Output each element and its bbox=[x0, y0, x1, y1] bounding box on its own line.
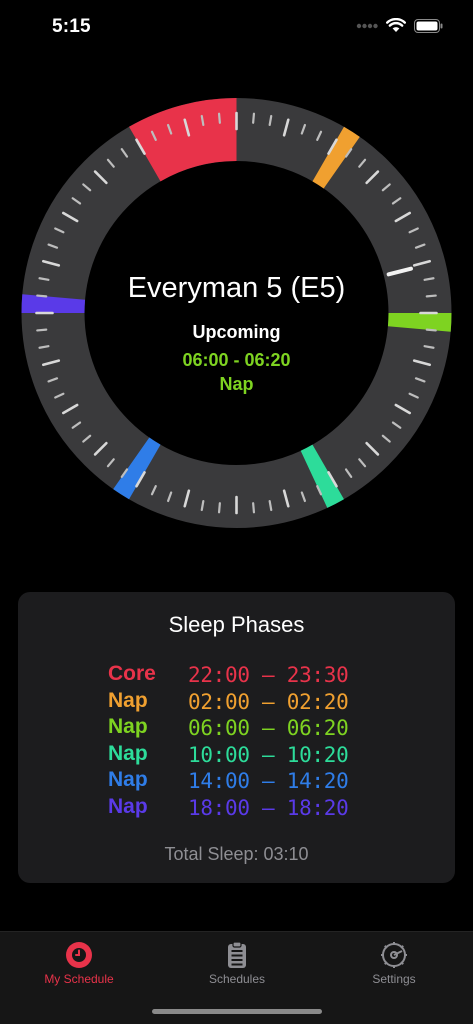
phase-type: Nap bbox=[108, 688, 148, 712]
upcoming-label: Upcoming bbox=[192, 322, 281, 342]
clipboard-icon bbox=[228, 941, 246, 968]
status-icons bbox=[356, 18, 443, 33]
tab-schedules[interactable]: Schedules bbox=[158, 932, 316, 992]
phase-row: Nap 02:00 – 02:20 bbox=[108, 689, 408, 716]
phase-row: Nap 18:00 – 18:20 bbox=[108, 795, 408, 822]
phase-type: Nap bbox=[108, 741, 148, 765]
phase-row: Nap 06:00 – 06:20 bbox=[108, 715, 408, 742]
status-time: 5:15 bbox=[52, 16, 91, 37]
phase-row: Core 22:00 – 23:30 bbox=[108, 662, 408, 689]
phase-range: 10:00 – 10:20 bbox=[188, 742, 349, 767]
phase-type: Nap bbox=[108, 794, 148, 818]
dial-tick bbox=[200, 499, 205, 512]
tab-settings[interactable]: Settings bbox=[315, 932, 473, 992]
upcoming-type: Nap bbox=[219, 374, 254, 394]
my-schedule-screen: 5:15 Everyman 5 (E5) Upcoming 06:00 - 06… bbox=[0, 0, 473, 1024]
home-indicator bbox=[152, 1009, 322, 1014]
tab-my-schedule[interactable]: My Schedule bbox=[0, 932, 158, 992]
upcoming-time: 06:00 - 06:20 bbox=[182, 350, 291, 370]
dial-tick bbox=[268, 114, 273, 127]
status-bar: 5:15 bbox=[0, 0, 473, 54]
phase-range: 06:00 – 06:20 bbox=[188, 716, 349, 741]
wifi-icon bbox=[386, 18, 406, 32]
sleep-phases-title: Sleep Phases bbox=[168, 612, 305, 637]
schedule-dial: Everyman 5 (E5) Upcoming 06:00 - 06:20 N… bbox=[0, 80, 473, 560]
sleep-phases-card: Sleep Phases Core 22:00 – 23:30 Nap 02:0… bbox=[18, 592, 455, 883]
signal-dots-icon bbox=[356, 23, 378, 28]
tab-label: Settings bbox=[372, 972, 416, 986]
phase-type: Nap bbox=[108, 715, 148, 739]
dial-tick bbox=[217, 502, 221, 514]
total-sleep: Total Sleep: 03:10 bbox=[164, 844, 309, 864]
phase-range: 14:00 – 14:20 bbox=[188, 769, 349, 794]
tab-label: Schedules bbox=[208, 972, 266, 986]
phase-list: Core 22:00 – 23:30 Nap 02:00 – 02:20 Nap… bbox=[108, 662, 408, 822]
phase-row: Nap 10:00 – 10:20 bbox=[108, 742, 408, 769]
dial-ring bbox=[21, 98, 452, 528]
tab-label: My Schedule bbox=[44, 972, 114, 986]
dial-tick bbox=[423, 345, 435, 349]
dial-tick bbox=[252, 112, 256, 124]
phase-type: Nap bbox=[108, 768, 148, 792]
battery-icon bbox=[414, 18, 443, 33]
dial-tick bbox=[252, 502, 256, 514]
dial-tick bbox=[268, 499, 273, 512]
dial-tick bbox=[217, 112, 221, 124]
schedule-name: Everyman 5 (E5) bbox=[127, 272, 346, 304]
phase-type: Core bbox=[108, 662, 156, 685]
clock-icon bbox=[66, 942, 92, 968]
phase-range: 18:00 – 18:20 bbox=[188, 795, 349, 820]
dial-tick bbox=[200, 114, 205, 127]
gear-icon bbox=[381, 942, 407, 968]
phase-range: 22:00 – 23:30 bbox=[188, 663, 349, 687]
dial-tick bbox=[38, 345, 50, 349]
phase-row: Nap 14:00 – 14:20 bbox=[108, 768, 408, 795]
dial-track bbox=[21, 98, 452, 528]
phase-range: 02:00 – 02:20 bbox=[188, 689, 349, 714]
